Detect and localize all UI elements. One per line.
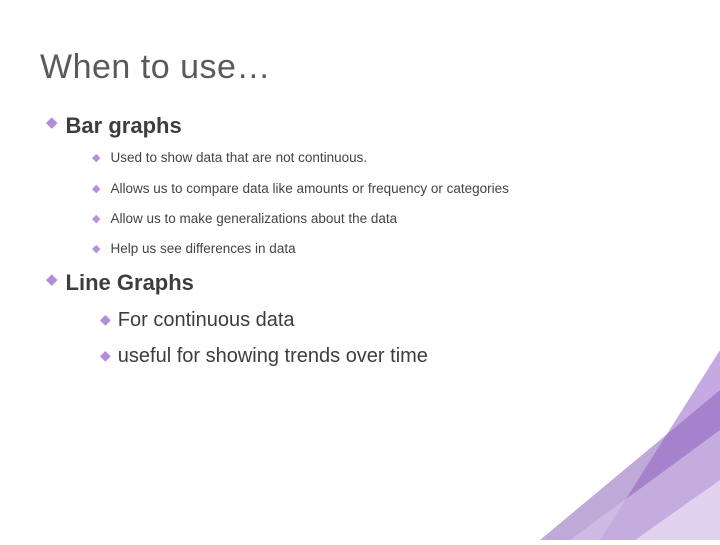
heading-prefix: Bar bbox=[66, 113, 103, 138]
section-line-graphs: ◆ Line Graphs bbox=[46, 270, 680, 296]
list-item: ◆ Allow us to make generalizations about… bbox=[92, 210, 680, 228]
list-item-text: Help us see differences in data bbox=[110, 240, 295, 258]
list-item-text: For continuous data bbox=[118, 307, 295, 333]
bullet-arrow-icon: ◆ bbox=[46, 270, 58, 290]
slide-title: When to use… bbox=[40, 48, 680, 87]
section-heading: Bar graphs bbox=[66, 113, 182, 139]
bullet-arrow-icon: ◆ bbox=[100, 346, 111, 364]
list-item: ◆ For continuous data bbox=[100, 307, 680, 333]
corner-decoration bbox=[540, 350, 720, 540]
heading-rest: graphs bbox=[102, 113, 181, 138]
list-item-text: Allows us to compare data like amounts o… bbox=[110, 180, 508, 198]
heading-rest: Graphs bbox=[111, 270, 194, 295]
list-item-text: useful for showing trends over time bbox=[118, 343, 428, 369]
item-rest: for showing trends over time bbox=[171, 345, 428, 367]
bullet-arrow-icon: ◆ bbox=[100, 310, 111, 328]
bullet-arrow-icon: ◆ bbox=[92, 151, 100, 165]
list-item: ◆ Allows us to compare data like amounts… bbox=[92, 180, 680, 198]
bullet-arrow-icon: ◆ bbox=[92, 242, 100, 256]
bullet-arrow-icon: ◆ bbox=[46, 113, 58, 133]
item-prefix: useful bbox=[118, 345, 171, 367]
bullet-arrow-icon: ◆ bbox=[92, 182, 100, 196]
item-prefix: For bbox=[118, 309, 148, 331]
bullet-arrow-icon: ◆ bbox=[92, 212, 100, 226]
list-item-text: Allow us to make generalizations about t… bbox=[110, 210, 397, 228]
section-bar-graphs: ◆ Bar graphs bbox=[46, 113, 680, 139]
list-item-text: Used to show data that are not continuou… bbox=[110, 149, 367, 167]
heading-prefix: Line bbox=[66, 270, 111, 295]
list-item: ◆ Used to show data that are not continu… bbox=[92, 149, 680, 167]
slide: When to use… ◆ Bar graphs ◆ Used to show… bbox=[0, 0, 720, 540]
section-heading: Line Graphs bbox=[66, 270, 194, 296]
item-rest: continuous data bbox=[148, 309, 295, 331]
list-item: ◆ Help us see differences in data bbox=[92, 240, 680, 258]
list-item: ◆ useful for showing trends over time bbox=[100, 343, 680, 369]
